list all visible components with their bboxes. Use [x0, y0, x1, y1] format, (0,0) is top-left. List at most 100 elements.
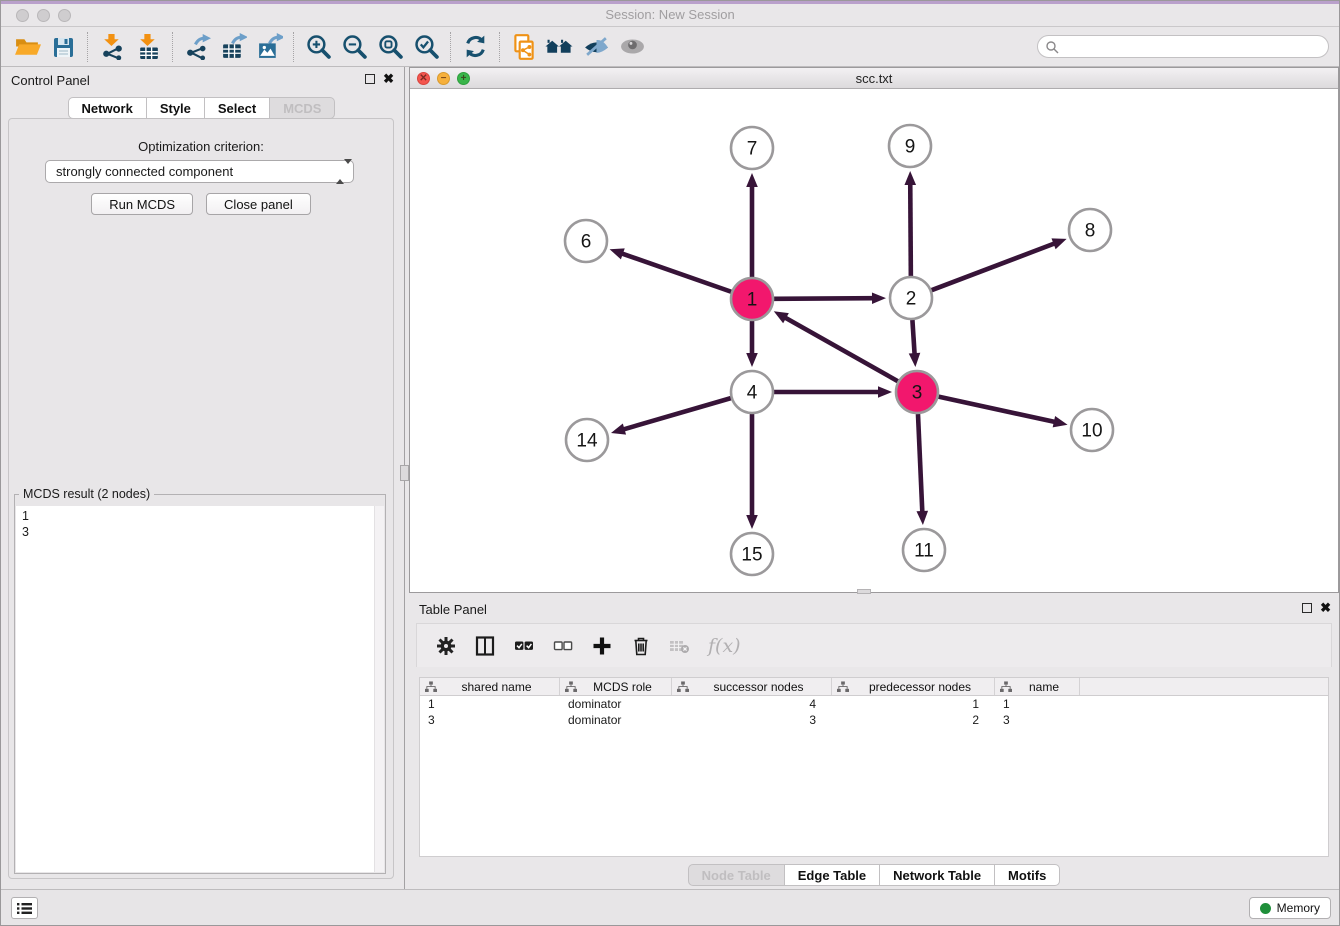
tab-motifs[interactable]: Motifs — [995, 864, 1060, 886]
result-scrollbar[interactable] — [374, 506, 384, 872]
mcds-panel: Optimization criterion: strongly connect… — [8, 118, 394, 879]
zoom-out-button[interactable] — [336, 30, 372, 64]
apply-layout-button[interactable] — [457, 30, 493, 64]
graph-node-15[interactable]: 15 — [731, 533, 773, 575]
open-session-button[interactable] — [9, 30, 45, 64]
mcds-result-area[interactable]: 1 3 — [16, 506, 384, 872]
edge-2-9[interactable] — [910, 183, 911, 276]
column-header-shared-name[interactable]: shared name — [420, 678, 560, 695]
graph-node-1[interactable]: 1 — [731, 278, 773, 320]
network-view-window: ✕ − + scc.txt 7 9 6 8 1 2 4 3 14 10 15 11 — [409, 67, 1339, 593]
tab-node-table[interactable]: Node Table — [688, 864, 785, 886]
edge-3-10[interactable] — [938, 397, 1055, 422]
search-input[interactable] — [1059, 38, 1328, 56]
graph-node-2[interactable]: 2 — [890, 277, 932, 319]
export-table-button[interactable] — [215, 30, 251, 64]
table-row[interactable]: 1dominator411 — [420, 696, 1328, 712]
graph-node-9[interactable]: 9 — [889, 125, 931, 167]
column-header-MCDS-role[interactable]: MCDS role — [560, 678, 672, 695]
graph-node-14[interactable]: 14 — [566, 419, 608, 461]
tab-network-table[interactable]: Network Table — [880, 864, 995, 886]
eye-slash-icon — [582, 33, 611, 60]
task-history-button[interactable] — [11, 897, 38, 919]
function-builder-button: f(x) — [708, 635, 741, 657]
delete-column-button[interactable] — [630, 635, 652, 657]
memory-status-icon — [1260, 903, 1271, 914]
table-row[interactable]: 3dominator323 — [420, 712, 1328, 728]
criterion-dropdown[interactable]: strongly connected component — [45, 160, 354, 183]
tab-edge-table[interactable]: Edge Table — [785, 864, 880, 886]
edge-3-1[interactable] — [784, 317, 898, 381]
toolbar-separator — [172, 32, 173, 62]
edge-arrowhead — [1053, 416, 1068, 427]
edge-1-2[interactable] — [774, 298, 874, 299]
mcds-result-text: 1 3 — [16, 506, 384, 542]
create-column-button[interactable] — [591, 635, 613, 657]
column-header-name[interactable]: name — [995, 678, 1080, 695]
tab-network[interactable]: Network — [68, 97, 147, 119]
close-panel-button[interactable]: Close panel — [206, 193, 311, 215]
column-type-icon — [565, 681, 577, 693]
plus-icon — [592, 636, 612, 656]
close-panel-icon[interactable]: ✖ — [383, 74, 394, 84]
run-mcds-button[interactable]: Run MCDS — [91, 193, 193, 215]
zoom-in-button[interactable] — [300, 30, 336, 64]
column-header-predecessor-nodes[interactable]: predecessor nodes — [832, 678, 995, 695]
save-session-button[interactable] — [45, 30, 81, 64]
column-type-icon — [425, 681, 437, 693]
tab-mcds[interactable]: MCDS — [270, 97, 335, 119]
criterion-value: strongly connected component — [56, 164, 233, 179]
edge-3-11[interactable] — [918, 414, 922, 513]
vertical-splitter-grip[interactable] — [400, 465, 409, 481]
import-table-button[interactable] — [130, 30, 166, 64]
network-canvas[interactable]: 7 9 6 8 1 2 4 3 14 10 15 11 — [410, 90, 1338, 592]
graph-node-8[interactable]: 8 — [1069, 209, 1111, 251]
network-home-button[interactable] — [542, 30, 578, 64]
zoom-selected-button[interactable] — [408, 30, 444, 64]
edge-arrowhead — [909, 353, 921, 367]
unselect-all-button[interactable] — [552, 635, 574, 657]
float-panel-icon[interactable] — [365, 74, 375, 84]
edge-2-8[interactable] — [932, 243, 1056, 290]
graph-node-7[interactable]: 7 — [731, 127, 773, 169]
edge-arrowhead — [916, 511, 928, 525]
graph-node-4[interactable]: 4 — [731, 371, 773, 413]
edge-arrowhead — [746, 173, 758, 187]
toolbar-separator — [499, 32, 500, 62]
close-table-panel-icon[interactable]: ✖ — [1320, 603, 1331, 613]
edge-arrowhead — [872, 292, 886, 304]
float-table-panel-icon[interactable] — [1302, 603, 1312, 613]
edge-4-14[interactable] — [623, 398, 731, 430]
graph-node-3[interactable]: 3 — [896, 371, 938, 413]
zoom-selected-icon — [413, 33, 440, 60]
tab-style[interactable]: Style — [147, 97, 205, 119]
export-image-button[interactable] — [251, 30, 287, 64]
select-all-button[interactable] — [513, 635, 535, 657]
show-column-button[interactable] — [474, 635, 496, 657]
column-header-successor-nodes[interactable]: successor nodes — [672, 678, 832, 695]
edge-1-6[interactable] — [621, 253, 731, 292]
control-panel-title: Control Panel — [11, 73, 90, 88]
import-network-button[interactable] — [94, 30, 130, 64]
copy-network-button[interactable] — [506, 30, 542, 64]
import-network-icon — [99, 33, 126, 60]
horizontal-splitter-grip[interactable] — [857, 589, 871, 594]
tab-select[interactable]: Select — [205, 97, 270, 119]
network-graph[interactable]: 7 9 6 8 1 2 4 3 14 10 15 11 — [410, 90, 1340, 593]
memory-button[interactable]: Memory — [1249, 897, 1331, 919]
zoom-fit-button[interactable] — [372, 30, 408, 64]
show-details-button[interactable] — [614, 30, 650, 64]
graph-node-11[interactable]: 11 — [903, 529, 945, 571]
node-table[interactable]: shared nameMCDS rolesuccessor nodesprede… — [419, 677, 1329, 857]
optimization-criterion-label: Optimization criterion: — [9, 139, 393, 154]
network-window-titlebar[interactable]: ✕ − + scc.txt — [410, 68, 1338, 89]
delete-table-button — [669, 635, 691, 657]
search-box[interactable] — [1037, 35, 1329, 58]
edge-2-3[interactable] — [912, 320, 914, 355]
export-network-button[interactable] — [179, 30, 215, 64]
hide-details-button[interactable] — [578, 30, 614, 64]
graph-node-6[interactable]: 6 — [565, 220, 607, 262]
toolbar-separator — [450, 32, 451, 62]
table-settings-button[interactable] — [435, 635, 457, 657]
graph-node-10[interactable]: 10 — [1071, 409, 1113, 451]
